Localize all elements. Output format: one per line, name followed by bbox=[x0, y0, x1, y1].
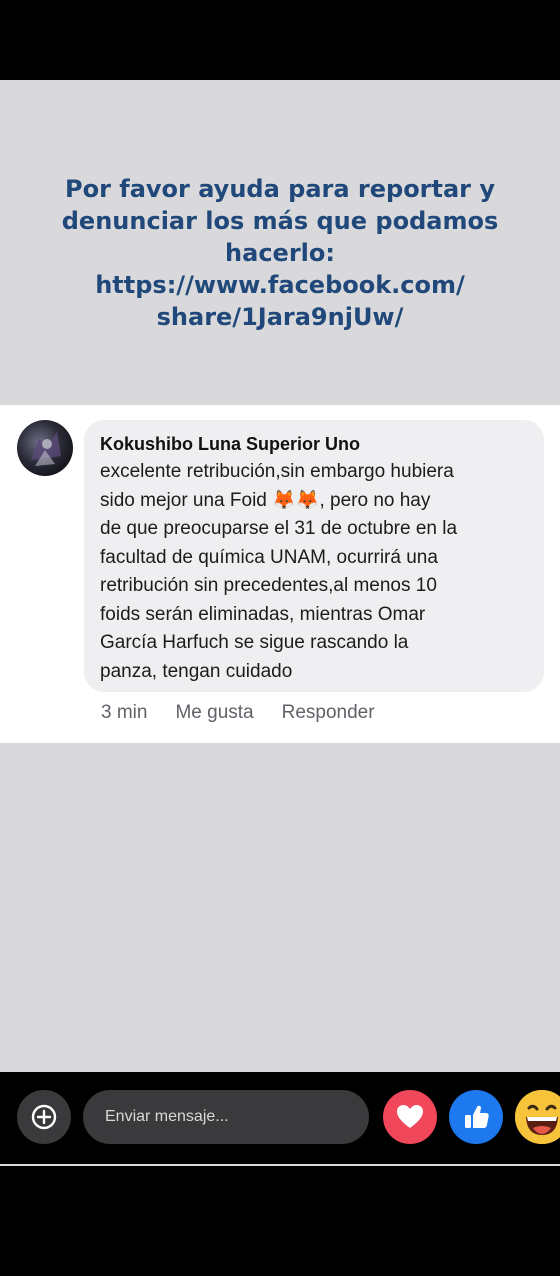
laughing-emoji-icon bbox=[515, 1090, 560, 1144]
banner-line-2: denunciar los más que podamos bbox=[61, 206, 499, 235]
comment-bubble: Kokushibo Luna Superior Uno excelente re… bbox=[84, 420, 544, 692]
like-link[interactable]: Me gusta bbox=[175, 702, 253, 726]
avatar-image bbox=[31, 432, 61, 466]
thumbs-up-icon bbox=[465, 1105, 489, 1128]
banner-line-1: Por favor ayuda para reportar y bbox=[64, 174, 496, 203]
haha-reaction-button[interactable] bbox=[515, 1090, 560, 1144]
love-reaction-button[interactable] bbox=[383, 1090, 437, 1144]
heart-icon bbox=[397, 1105, 423, 1128]
banner-text: Por favor ayuda para reportar y denuncia… bbox=[40, 173, 520, 333]
banner-link-line-2[interactable]: share/1Jara9njUw/ bbox=[40, 301, 520, 333]
add-button[interactable] bbox=[17, 1090, 71, 1144]
comment-text: excelente retribución,sin embargo hubier… bbox=[100, 461, 458, 682]
like-reaction-button[interactable] bbox=[449, 1090, 503, 1144]
composer-bar bbox=[0, 1072, 560, 1164]
navigation-area bbox=[0, 1166, 560, 1276]
reply-link[interactable]: Responder bbox=[282, 702, 375, 726]
comment-author[interactable]: Kokushibo Luna Superior Uno bbox=[100, 432, 528, 456]
comment-actions: 3 min Me gusta Responder bbox=[101, 702, 375, 726]
message-input[interactable] bbox=[83, 1090, 369, 1144]
banner-link-line-1[interactable]: https://www.facebook.com/ bbox=[40, 269, 520, 301]
top-status-area bbox=[0, 0, 560, 80]
comment-card: Kokushibo Luna Superior Uno excelente re… bbox=[0, 405, 560, 743]
post-banner: Por favor ayuda para reportar y denuncia… bbox=[0, 80, 560, 405]
avatar[interactable] bbox=[17, 420, 73, 476]
add-circle-icon bbox=[31, 1104, 57, 1130]
comment-time: 3 min bbox=[101, 702, 148, 723]
banner-line-3: hacerlo: bbox=[225, 238, 335, 267]
